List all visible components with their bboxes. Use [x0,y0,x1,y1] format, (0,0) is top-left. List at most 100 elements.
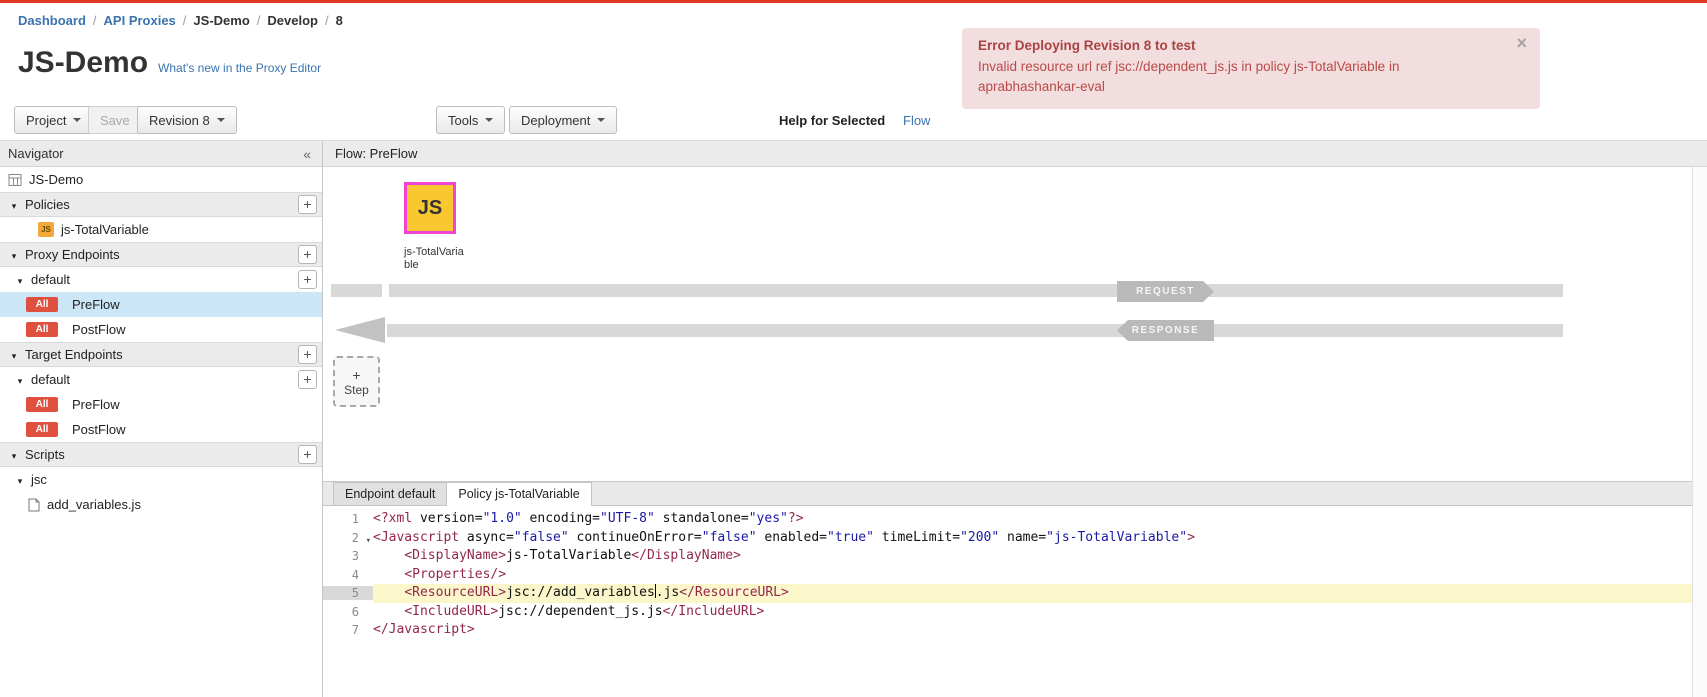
sidebar-item-label: PreFlow [72,397,120,412]
caret-down-icon [73,118,81,122]
disclosure-icon[interactable] [8,247,20,262]
caret-down-icon [485,118,493,122]
add-flow-button[interactable] [298,270,317,289]
request-band-segment [331,284,382,297]
line-number: 1 [323,512,373,526]
disclosure-icon[interactable] [8,197,20,212]
caret-down-icon [597,118,605,122]
sidebar-item-proxy-preflow[interactable]: All PreFlow [0,292,322,317]
content: Navigator « JS-Demo Policies JS js-Total… [0,141,1707,697]
add-flow-button[interactable] [298,370,317,389]
add-target-endpoint-button[interactable] [298,345,317,364]
tools-button[interactable]: Tools [436,106,505,134]
tools-button-label: Tools [448,113,478,128]
proxy-icon [8,173,22,187]
breadcrumb-separator: / [183,13,187,28]
sidebar-item-label: PreFlow [72,297,120,312]
flow-panel-header: Flow: PreFlow [323,141,1707,167]
code-line-4[interactable]: 4 <Properties/> [323,566,1707,585]
code-line-2[interactable]: 2<Javascript async="false" continueOnErr… [323,529,1707,548]
revision-button-label: Revision 8 [149,113,210,128]
tab-endpoint-default[interactable]: Endpoint default [333,482,447,505]
response-label: RESPONSE [1117,320,1214,341]
breadcrumb-develop: Develop [267,13,318,28]
code-lines[interactable]: 1<?xml version="1.0" encoding="UTF-8" st… [323,506,1707,640]
code-line-5[interactable]: 5 <ResourceURL>jsc://add_variables.js</R… [323,584,1707,603]
error-toast: Error Deploying Revision 8 to test Inval… [962,28,1540,109]
section-label: Target Endpoints [25,347,123,362]
code-editor-tabs: Endpoint default Policy js-TotalVariable [323,482,1707,506]
breadcrumb-dashboard[interactable]: Dashboard [18,13,86,28]
disclosure-icon[interactable] [8,447,20,462]
section-label: Scripts [25,447,65,462]
breadcrumb-separator: / [257,13,261,28]
breadcrumb-separator: / [93,13,97,28]
code-line-3[interactable]: 3 <DisplayName>js-TotalVariable</Display… [323,547,1707,566]
breadcrumb-api-proxies[interactable]: API Proxies [104,13,176,28]
code-line-text[interactable]: <Properties/> [373,566,1707,585]
section-policies[interactable]: Policies [0,192,322,217]
line-number: 3 [323,549,373,563]
all-badge: All [26,422,58,437]
add-policy-button[interactable] [298,195,317,214]
disclosure-icon[interactable] [14,372,26,387]
sidebar-item-label: PostFlow [72,422,125,437]
navigator-title: Navigator [8,146,64,161]
sidebar-item-label: default [31,272,70,287]
line-number: 2 [323,531,373,545]
add-step-button[interactable]: + Step [333,356,380,407]
sidebar-item-target-default[interactable]: default [0,367,322,392]
section-label: Proxy Endpoints [25,247,120,262]
sidebar-item-target-postflow[interactable]: All PostFlow [0,417,322,442]
add-script-button[interactable] [298,445,317,464]
save-button[interactable]: Save [88,106,142,134]
response-band [387,324,1563,337]
flow-panel-title: Flow: PreFlow [335,146,417,161]
line-number: 5 [323,586,373,600]
policy-node-label: js-TotalVariable [404,246,466,272]
section-proxy-endpoints[interactable]: Proxy Endpoints [0,242,322,267]
code-line-1[interactable]: 1<?xml version="1.0" encoding="UTF-8" st… [323,510,1707,529]
file-icon [28,498,40,512]
code-line-text[interactable]: <IncludeURL>jsc://dependent_js.js</Inclu… [373,603,1707,622]
sidebar-item-label: jsc [31,472,47,487]
code-line-text[interactable]: </Javascript> [373,621,1707,640]
revision-button[interactable]: Revision 8 [137,106,237,134]
sidebar-item-jsc-folder[interactable]: jsc [0,467,322,492]
deployment-button-label: Deployment [521,113,590,128]
flow-help-link[interactable]: Flow [903,113,930,128]
collapse-sidebar-icon[interactable]: « [300,146,314,162]
code-line-text[interactable]: <Javascript async="false" continueOnErro… [373,529,1707,548]
project-button[interactable]: Project [14,106,93,134]
sidebar-item-label: js-TotalVariable [61,222,149,237]
flow-canvas: JS js-TotalVariable REQUEST RESPONSE + S… [323,167,1707,481]
sidebar-item-js-demo[interactable]: JS-Demo [0,167,322,192]
close-icon[interactable]: × [1516,34,1527,52]
fold-icon[interactable] [366,532,371,546]
vertical-scrollbar[interactable] [1692,167,1707,697]
code-line-6[interactable]: 6 <IncludeURL>jsc://dependent_js.js</Inc… [323,603,1707,622]
deployment-button[interactable]: Deployment [509,106,617,134]
policy-node-js-totalvariable[interactable]: JS [404,182,456,234]
sidebar-item-proxy-default[interactable]: default [0,267,322,292]
add-proxy-endpoint-button[interactable] [298,245,317,264]
sidebar-item-js-totalvariable[interactable]: JS js-TotalVariable [0,217,322,242]
sidebar-item-label: add_variables.js [47,497,141,512]
section-target-endpoints[interactable]: Target Endpoints [0,342,322,367]
whats-new-link[interactable]: What's new in the Proxy Editor [158,61,321,75]
code-line-text[interactable]: <DisplayName>js-TotalVariable</DisplayNa… [373,547,1707,566]
code-line-7[interactable]: 7</Javascript> [323,621,1707,640]
disclosure-icon[interactable] [14,272,26,287]
sidebar-item-target-preflow[interactable]: All PreFlow [0,392,322,417]
navigator-header: Navigator « [0,141,322,167]
code-line-text[interactable]: <?xml version="1.0" encoding="UTF-8" sta… [373,510,1707,529]
code-line-text[interactable]: <ResourceURL>jsc://add_variables.js</Res… [373,584,1707,603]
js-policy-icon: JS [38,222,54,237]
tab-policy-js-totalvariable[interactable]: Policy js-TotalVariable [446,482,591,506]
help-for-selected-label: Help for Selected [779,113,885,128]
disclosure-icon[interactable] [8,347,20,362]
disclosure-icon[interactable] [14,472,26,487]
sidebar-item-add-variables-js[interactable]: add_variables.js [0,492,322,517]
section-scripts[interactable]: Scripts [0,442,322,467]
sidebar-item-proxy-postflow[interactable]: All PostFlow [0,317,322,342]
